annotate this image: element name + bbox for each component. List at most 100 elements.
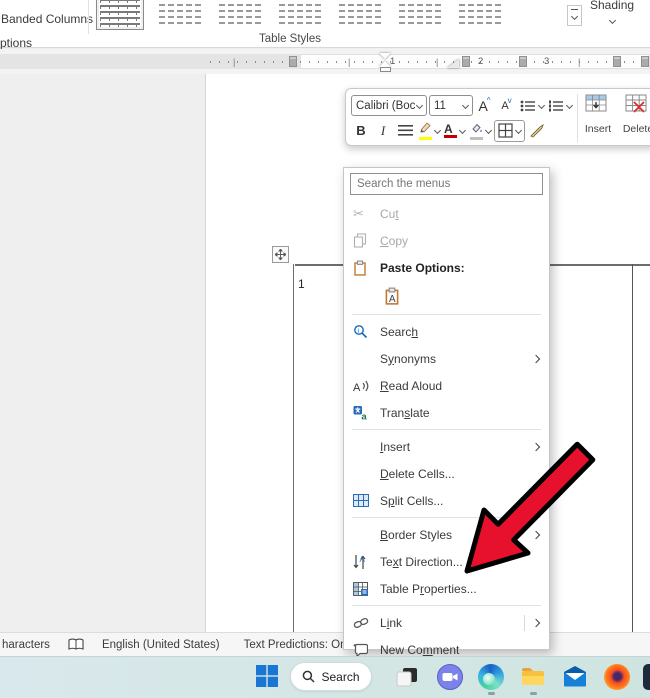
word-app-window: Banded Columns ptions Table Styles Shadi… — [0, 0, 650, 698]
shrink-font-button[interactable]: Av — [497, 95, 517, 117]
table-style-thumbnail[interactable] — [396, 0, 444, 30]
font-size-combo[interactable]: 11 — [429, 95, 473, 116]
svg-text:A: A — [360, 555, 366, 564]
text-predictions-status[interactable]: Text Predictions: On — [232, 639, 359, 651]
highlight-button[interactable] — [417, 120, 441, 142]
menu-item-translate[interactable]: a Translate — [344, 399, 549, 426]
shading-bucket-button[interactable] — [468, 120, 492, 142]
chat-icon[interactable] — [437, 664, 463, 690]
language-status[interactable]: English (United States) — [90, 639, 232, 651]
font-name-value: Calibri (Boc — [356, 100, 415, 112]
read-aloud-icon: A — [353, 379, 380, 393]
group-divider — [88, 0, 89, 34]
ruler-number-2: 2 — [478, 56, 483, 67]
insert-table-button[interactable]: Insert — [580, 94, 616, 145]
table-styles-gallery — [96, 0, 504, 30]
status-bar: haracters English (United States) Text P… — [0, 632, 650, 656]
menu-item-table-properties[interactable]: Table Properties... — [344, 575, 549, 602]
table-style-thumbnail[interactable] — [276, 0, 324, 30]
toolbar-separator — [577, 94, 578, 142]
column-marker[interactable] — [289, 56, 297, 67]
task-view-icon[interactable] — [394, 664, 420, 690]
menu-item-border-styles[interactable]: Border Styles — [344, 521, 549, 548]
table-left-border — [293, 264, 294, 632]
paint-bucket-icon — [469, 123, 483, 133]
mini-toolbar: Calibri (Boc 11 A^ Av B — [345, 88, 650, 146]
ruler-number-3: 3 — [544, 56, 549, 67]
left-indent-marker[interactable] — [380, 67, 391, 72]
bold-button[interactable]: B — [351, 120, 371, 142]
shading-color-bar — [470, 137, 483, 140]
translate-icon: a — [353, 405, 380, 420]
shading-button[interactable]: Shading — [590, 0, 634, 26]
italic-button[interactable]: I — [373, 120, 393, 142]
table-style-thumbnail[interactable] — [336, 0, 384, 30]
indent-triangle-marker[interactable] — [447, 59, 459, 68]
table-cell-1[interactable]: 1 — [298, 277, 305, 291]
app-partial-icon[interactable] — [643, 664, 650, 690]
clipboard-icon — [353, 260, 380, 276]
menu-divider — [352, 605, 541, 606]
bullets-button[interactable] — [519, 95, 545, 117]
column-marker[interactable] — [613, 56, 621, 67]
column-marker[interactable] — [641, 56, 649, 67]
taskbar-search[interactable]: Search — [290, 662, 372, 691]
menu-item-delete-cells[interactable]: Delete Cells... — [344, 460, 549, 487]
svg-text:a: a — [361, 412, 367, 421]
file-explorer-icon[interactable] — [520, 664, 546, 690]
table-style-thumbnail[interactable] — [156, 0, 204, 30]
menu-item-read-aloud[interactable]: A Read Aloud — [344, 372, 549, 399]
edge-running-indicator — [488, 692, 495, 695]
font-name-combo[interactable]: Calibri (Boc — [351, 95, 427, 116]
edge-browser-icon[interactable] — [478, 664, 504, 690]
proofing-book-icon[interactable] — [62, 638, 90, 651]
menu-item-synonyms[interactable]: Synonyms — [344, 345, 549, 372]
table-style-thumbnail[interactable] — [456, 0, 504, 30]
table-move-handle[interactable] — [272, 246, 289, 263]
column-marker[interactable] — [462, 56, 470, 67]
explorer-running-indicator — [530, 692, 537, 695]
table-column-border — [632, 264, 633, 632]
mail-icon[interactable] — [562, 664, 588, 690]
menu-item-paste-options: Paste Options: — [344, 254, 549, 281]
column-marker[interactable] — [519, 56, 527, 67]
word-count[interactable]: haracters — [0, 639, 62, 651]
gallery-more-button[interactable] — [567, 5, 582, 26]
first-line-indent-marker[interactable] — [379, 53, 391, 59]
taskbar: Search — [0, 656, 650, 698]
menu-item-insert[interactable]: Insert — [344, 433, 549, 460]
menu-item-copy[interactable]: Copy — [344, 227, 549, 254]
table-style-options-label: ptions — [0, 36, 32, 50]
paste-option-keep-text: A — [344, 281, 549, 311]
menu-item-split-cells[interactable]: Split Cells... — [344, 487, 549, 514]
table-style-thumbnail[interactable] — [216, 0, 264, 30]
search-icon: i — [353, 324, 380, 339]
font-color-letter: A — [444, 124, 457, 134]
numbering-button[interactable] — [547, 95, 573, 117]
move-icon — [275, 249, 286, 260]
grow-font-button[interactable]: A^ — [475, 95, 495, 117]
delete-table-button[interactable]: Delete — [620, 94, 650, 145]
firefox-icon[interactable] — [604, 664, 630, 690]
context-menu: ✂ Cut Copy Paste Options: A — [343, 167, 550, 650]
menu-item-text-direction[interactable]: A Text Direction... — [344, 548, 549, 575]
borders-button[interactable] — [494, 120, 525, 142]
keep-text-only-icon: A — [384, 287, 400, 305]
horizontal-ruler[interactable]: | | | | 1 2 3 — [0, 49, 650, 74]
format-painter-icon — [529, 124, 545, 138]
copy-icon — [353, 233, 380, 248]
split-cells-icon — [353, 494, 380, 507]
submenu-arrow-icon — [532, 354, 540, 362]
table-style-thumbnail[interactable] — [96, 0, 144, 30]
font-color-button[interactable]: A — [443, 120, 466, 142]
menu-search-box[interactable] — [350, 173, 543, 195]
menu-item-cut[interactable]: ✂ Cut — [344, 200, 549, 227]
menu-item-search[interactable]: i Search — [344, 318, 549, 345]
menu-item-link[interactable]: Link — [344, 609, 549, 636]
format-painter-button[interactable] — [527, 120, 547, 142]
menu-search-input[interactable] — [357, 178, 536, 190]
banded-columns-label[interactable]: Banded Columns — [1, 12, 93, 26]
line-spacing-button[interactable] — [395, 120, 415, 142]
start-button[interactable] — [255, 664, 281, 690]
keep-text-only-button[interactable]: A — [380, 284, 404, 308]
